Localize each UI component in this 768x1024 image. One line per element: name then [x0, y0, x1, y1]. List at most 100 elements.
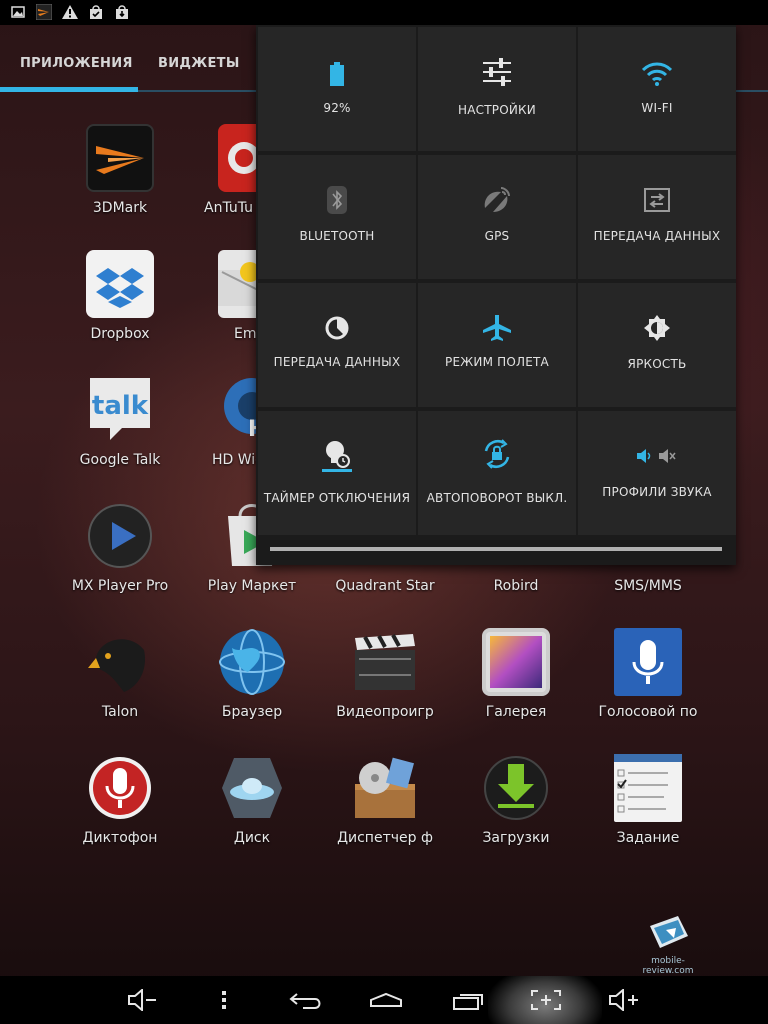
wifi-icon: [578, 59, 736, 89]
talon-icon: [86, 628, 154, 696]
3dmark-icon: [86, 124, 154, 192]
battery-icon: [258, 59, 416, 89]
qs-tile-label: АВТОПОВОРОТ ВЫКЛ.: [426, 491, 568, 505]
app-label: Robird: [493, 578, 539, 594]
app-label: Загрузки: [482, 830, 550, 846]
app-dropbox[interactable]: Dropbox: [55, 250, 185, 360]
watermark-text: mobile-review.com: [642, 956, 694, 976]
qs-tile-label: GPS: [484, 229, 510, 243]
app-tasks[interactable]: Задание: [583, 754, 713, 864]
app-label: Браузер: [221, 704, 283, 720]
app-voice-search[interactable]: Голосовой по: [583, 628, 713, 738]
app-label: Диктофон: [82, 830, 158, 846]
google-talk-icon: talk: [86, 376, 154, 444]
app-label: SMS/MMS: [614, 578, 682, 594]
email-icon: [218, 250, 260, 318]
screenshot-icon[interactable]: [524, 976, 568, 1024]
sleep-timer-icon: [258, 441, 416, 472]
sound-profile-icon: [578, 441, 736, 471]
tasks-icon: [614, 754, 682, 822]
tab-apps[interactable]: ПРИЛОЖЕНИЯ: [20, 56, 133, 71]
recent-apps-icon[interactable]: [446, 976, 490, 1024]
app-gallery[interactable]: Галерея: [451, 628, 581, 738]
qs-tile-brightness[interactable]: ЯРКОСТЬ: [578, 283, 736, 407]
qs-tile-label: WI-FI: [641, 101, 673, 115]
downloads-icon: [482, 754, 550, 822]
voice-search-icon: [614, 628, 682, 696]
app-3dmark[interactable]: 3DMark: [55, 124, 185, 234]
app-label: Talon: [101, 704, 139, 720]
qs-tile-bluetooth[interactable]: BLUETOOTH: [258, 155, 416, 279]
home-icon[interactable]: [364, 976, 408, 1024]
warning-icon: [62, 4, 78, 20]
app-video-player[interactable]: Видеопроигр: [320, 628, 450, 738]
bag-check-icon: [88, 4, 104, 20]
data-transfer-icon: [578, 185, 736, 215]
browser-icon: [218, 628, 286, 696]
qs-tile-label: РЕЖИМ ПОЛЕТА: [445, 355, 549, 369]
3dmark-notification-icon: [36, 4, 52, 20]
qs-tile-sound-profiles[interactable]: ПРОФИЛИ ЗВУКА: [578, 411, 736, 535]
app-label: Play Маркет: [207, 578, 297, 594]
qs-tile-label: ПРОФИЛИ ЗВУКА: [602, 485, 712, 499]
app-label: Dropbox: [90, 326, 150, 342]
qs-tile-sleep-timer[interactable]: ТАЙМЕР ОТКЛЮЧЕНИЯ: [258, 411, 416, 535]
qs-tile-label: ЯРКОСТЬ: [627, 357, 687, 371]
app-label: Голосовой по: [598, 704, 698, 720]
mx-player-icon: [86, 502, 154, 570]
antutu-icon: [218, 124, 260, 192]
image-icon: [10, 4, 26, 20]
qs-tile-auto-rotate[interactable]: АВТОПОВОРОТ ВЫКЛ.: [418, 411, 576, 535]
settings-sliders-icon: [418, 57, 576, 87]
auto-rotate-icon: [418, 439, 576, 469]
app-mx-player[interactable]: MX Player Pro: [55, 502, 185, 612]
app-label: Задание: [616, 830, 680, 846]
quick-settings-scrollbar[interactable]: [270, 547, 722, 551]
qs-tile-settings[interactable]: НАСТРОЙКИ: [418, 27, 576, 151]
tab-widgets[interactable]: ВИДЖЕТЫ: [158, 56, 240, 71]
app-browser[interactable]: Браузер: [187, 628, 317, 738]
volume-up-icon[interactable]: [604, 976, 644, 1024]
app-label: Диск: [233, 830, 271, 846]
app-talon[interactable]: Talon: [55, 628, 185, 738]
bluetooth-icon: [258, 185, 416, 215]
qs-tile-data-usage[interactable]: ПЕРЕДАЧА ДАННЫХ: [258, 283, 416, 407]
qs-tile-label: BLUETOOTH: [299, 229, 375, 243]
app-label: Галерея: [485, 704, 547, 720]
qs-tile-label: ТАЙМЕР ОТКЛЮЧЕНИЯ: [263, 491, 411, 505]
gallery-icon: [482, 628, 550, 696]
brightness-icon: [578, 313, 736, 343]
qs-tile-data-transfer[interactable]: ПЕРЕДАЧА ДАННЫХ: [578, 155, 736, 279]
app-label: Видеопроигр: [336, 704, 434, 720]
watermark-logo: mobile-review.com: [626, 916, 710, 976]
qs-tile-wifi[interactable]: WI-FI: [578, 27, 736, 151]
back-icon[interactable]: [284, 976, 328, 1024]
status-bar: [0, 0, 768, 25]
qs-tile-label: ПЕРЕДАЧА ДАННЫХ: [273, 355, 401, 369]
app-label: 3DMark: [92, 200, 148, 216]
file-manager-icon: [351, 754, 419, 822]
tab-active-indicator: [0, 87, 138, 92]
qs-tile-battery[interactable]: 92%: [258, 27, 416, 151]
qs-tile-gps[interactable]: GPS: [418, 155, 576, 279]
app-dictaphone[interactable]: Диктофон: [55, 754, 185, 864]
video-player-icon: [351, 628, 419, 696]
dictaphone-icon: [86, 754, 154, 822]
volume-down-icon[interactable]: [122, 976, 162, 1024]
gps-icon: [418, 185, 576, 215]
qs-tile-label: ПЕРЕДАЧА ДАННЫХ: [593, 229, 721, 243]
dropbox-icon: [86, 250, 154, 318]
menu-icon[interactable]: [212, 976, 236, 1024]
qs-tile-label: 92%: [323, 101, 351, 115]
disk-icon: [218, 754, 286, 822]
bag-download-icon: [114, 4, 130, 20]
qs-tile-label: НАСТРОЙКИ: [458, 103, 536, 117]
app-label: Диспетчер ф: [337, 830, 433, 846]
app-downloads[interactable]: Загрузки: [451, 754, 581, 864]
app-google-talk[interactable]: talk Google Talk: [55, 376, 185, 486]
app-file-manager[interactable]: Диспетчер ф: [320, 754, 450, 864]
app-disk[interactable]: Диск: [187, 754, 317, 864]
airplane-icon: [418, 313, 576, 343]
quick-settings-panel: 92% НАСТРОЙКИ WI-FI BLUETOOTH GPS ПЕРЕДА…: [256, 25, 736, 565]
qs-tile-airplane-mode[interactable]: РЕЖИМ ПОЛЕТА: [418, 283, 576, 407]
